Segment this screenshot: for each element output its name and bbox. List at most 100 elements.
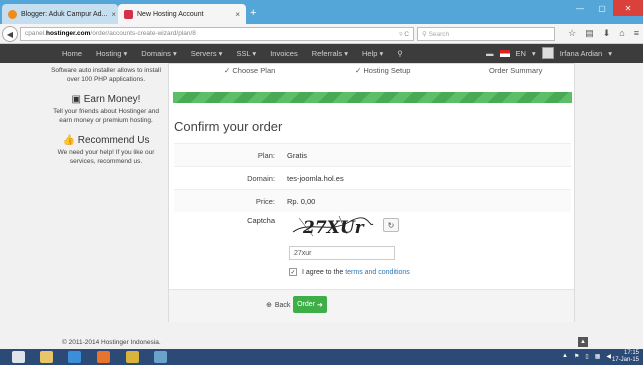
menu-item-hosting[interactable]: Hosting ▾ (96, 49, 127, 58)
chrome-icon[interactable] (126, 351, 139, 363)
windows-taskbar: ▲ ⚑ ▯ ▦ ◀ 17:15 17-Jan-15 (0, 349, 643, 365)
order-panel: ✓ Choose Plan ✓ Hosting Setup Order Summ… (168, 63, 575, 322)
url-domain: hostinger.com (45, 30, 91, 37)
row-label: Domain: (247, 173, 275, 183)
progress-bar (173, 92, 572, 103)
battery-icon[interactable]: ▯ (585, 353, 588, 360)
captcha-label: Captcha (247, 216, 275, 225)
avatar[interactable] (541, 47, 554, 59)
menu-icon[interactable]: ≡ (634, 28, 639, 39)
address-bar[interactable]: cpanel.hostinger.com/order/accounts-crea… (20, 27, 414, 41)
back-circle-icon: ⊕ (266, 302, 272, 309)
sidebar: Software auto installer allows to instal… (50, 63, 162, 335)
terms-link[interactable]: terms and conditions (345, 269, 410, 276)
row-label: Price: (255, 196, 275, 206)
row-value: Rp. 0,00 (287, 196, 316, 206)
refresh-captcha-icon[interactable]: ↻ (383, 218, 399, 232)
order-label: Order (297, 301, 316, 308)
table-row: Domain: tes-joomla.hol.es (174, 166, 571, 189)
step-hosting-setup: ✓ Hosting Setup (355, 66, 411, 75)
terms-checkbox[interactable]: ✓ (289, 268, 297, 276)
sidebar-intro: Software auto installer allows to instal… (51, 67, 161, 83)
language-select[interactable]: EN (516, 49, 526, 58)
clipboard-icon[interactable]: ▤ (585, 28, 594, 39)
file-explorer-icon[interactable] (40, 351, 53, 363)
menu-item-referrals[interactable]: Referrals ▾ (312, 49, 348, 58)
close-icon[interactable]: × (111, 10, 116, 19)
new-tab-button[interactable]: + (250, 7, 256, 19)
menu-item-ssl[interactable]: SSL ▾ (236, 49, 256, 58)
browser-search-input[interactable]: ⚲ Search (417, 27, 555, 41)
scroll-top-icon[interactable]: ▲ (578, 337, 588, 347)
internet-explorer-icon[interactable] (68, 351, 81, 363)
browser-nav-bar: ◀ cpanel.hostinger.com/order/accounts-cr… (0, 24, 643, 44)
flag-icon (499, 49, 510, 57)
home-icon[interactable]: ⌂ (619, 28, 624, 39)
menu-item-domains[interactable]: Domains ▾ (141, 49, 176, 58)
tab-title: New Hosting Account (137, 10, 204, 18)
tray-chevron-icon[interactable]: ▲ (562, 353, 568, 360)
system-tray: ▲ ⚑ ▯ ▦ ◀ (562, 353, 611, 360)
firefox-icon[interactable] (97, 351, 110, 363)
maximize-icon[interactable]: ▢ (591, 0, 613, 16)
tab-new-hosting-account[interactable]: New Hosting Account × (118, 4, 246, 24)
thumbs-up-icon: 👍 (62, 135, 75, 146)
tab-blogger[interactable]: Blogger: Aduk Campur Ad... × (2, 4, 118, 24)
recommend-heading: 👍 Recommend Us (50, 135, 162, 146)
clock-time: 17:15 (623, 350, 639, 356)
page-title: Confirm your order (174, 119, 283, 134)
window-close-icon[interactable]: ✕ (613, 0, 643, 16)
window-controls: — ▢ ✕ (569, 0, 643, 16)
captcha-image: 27XUr (289, 214, 375, 238)
user-name[interactable]: Irfana Ardian (560, 49, 603, 58)
step-choose-plan: ✓ Choose Plan (224, 66, 276, 75)
minimize-icon[interactable]: — (569, 0, 591, 16)
chevron-down-icon: ▾ (608, 48, 612, 58)
row-value: tes-joomla.hol.es (287, 173, 344, 183)
browser-toolbar: ☆ ▤ ⬇ ⌂ ≡ (568, 28, 639, 39)
clock[interactable]: 17:15 17-Jan-15 (612, 350, 639, 364)
site-header: Home Hosting ▾ Domains ▾ Servers ▾ SSL ▾… (0, 44, 643, 63)
row-label: Plan: (257, 150, 275, 160)
url-prefix: cpanel. (25, 30, 46, 37)
volume-icon[interactable]: ◀ (606, 353, 611, 360)
recommend-text: We need your help! If you like our servi… (57, 149, 155, 165)
search-icon[interactable]: ⚲ (397, 49, 403, 58)
terms-agreement: ✓ I agree to the terms and conditions (289, 268, 410, 276)
captcha-text: 27XUr (302, 218, 365, 238)
form-actions: ⊕ Back Order ➜ (169, 289, 574, 322)
url-path: /order/accounts-create-wizard/plan/8 (90, 30, 196, 37)
tab-title: Blogger: Aduk Campur Ad... (21, 10, 108, 18)
recommend-title: Recommend Us (77, 135, 150, 146)
search-icon: ⚲ (422, 31, 427, 38)
download-icon[interactable]: ⬇ (603, 28, 611, 39)
blogger-icon (8, 9, 17, 19)
search-placeholder: Search (428, 31, 450, 38)
copyright: © 2011-2014 Hostinger Indonesia. (62, 339, 161, 346)
menu-item-invoices[interactable]: Invoices (270, 49, 298, 58)
row-value: Gratis (287, 150, 308, 160)
menu-item-home[interactable]: Home (62, 49, 82, 58)
browser-tab-bar: Blogger: Aduk Campur Ad... × New Hosting… (0, 0, 643, 24)
back-arrow-icon[interactable]: ◀ (2, 26, 18, 42)
earn-money-title: Earn Money! (83, 94, 141, 105)
inbox-icon[interactable]: ▬ (486, 49, 494, 58)
network-icon[interactable]: ▦ (595, 353, 601, 360)
chevron-down-icon: ▾ (531, 48, 536, 58)
back-button[interactable]: ⊕ Back (260, 297, 296, 313)
menu-item-help[interactable]: Help ▾ (362, 49, 383, 58)
star-icon[interactable]: ☆ (568, 28, 576, 39)
wizard-steps: ✓ Choose Plan ✓ Hosting Setup Order Summ… (169, 64, 574, 78)
captcha-input[interactable] (289, 246, 395, 260)
close-icon[interactable]: × (235, 10, 240, 19)
order-summary-table: Plan: Gratis Domain: tes-joomla.hol.es P… (174, 143, 571, 212)
menu-item-servers[interactable]: Servers ▾ (191, 49, 223, 58)
app-icon[interactable] (154, 351, 167, 363)
header-right: ▬ EN ▾ Irfana Ardian ▾ (486, 47, 612, 59)
order-button[interactable]: Order ➜ (293, 296, 327, 313)
flag-tray-icon[interactable]: ⚑ (574, 353, 579, 360)
reload-icon[interactable]: ▿ C (399, 30, 409, 38)
table-row: Plan: Gratis (174, 143, 571, 166)
hostinger-icon (124, 9, 133, 19)
windows-start-icon[interactable] (12, 351, 25, 363)
